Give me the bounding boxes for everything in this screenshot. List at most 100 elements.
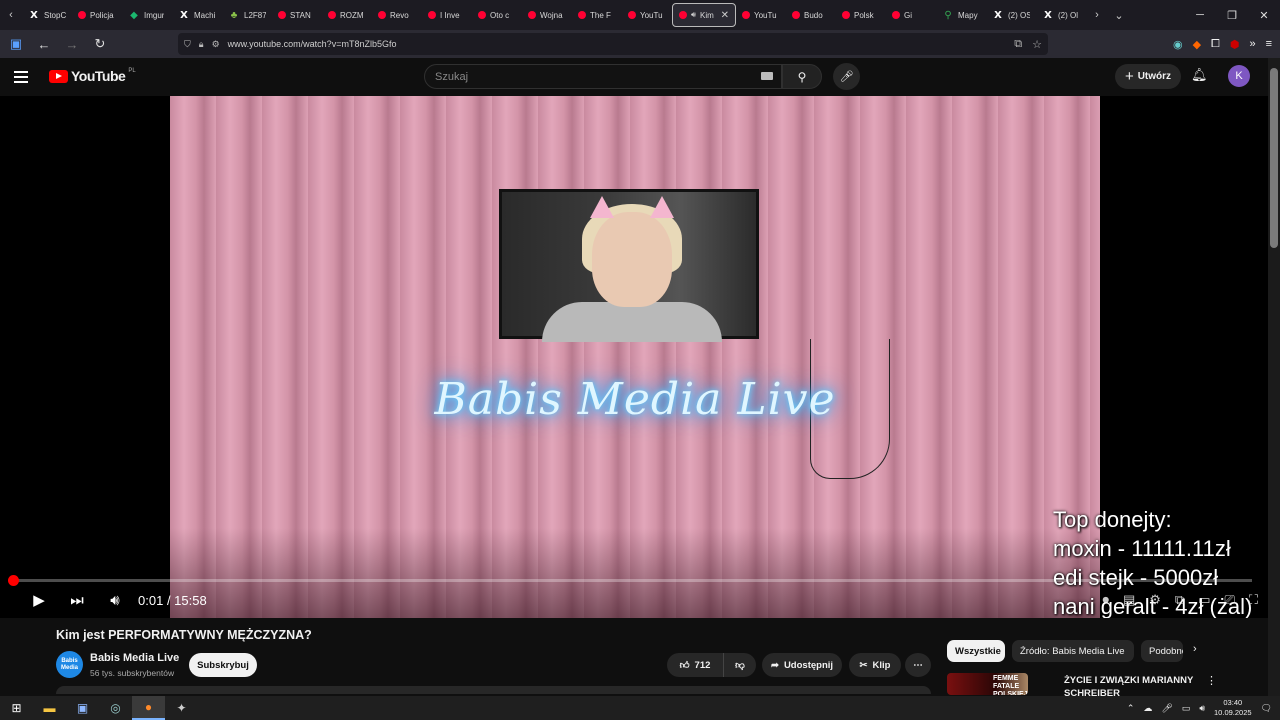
youtube-favicon-icon [842,11,850,19]
minimize-icon[interactable]: ─ [1184,0,1216,30]
browser-tab[interactable]: X StopC [22,3,72,27]
share-button[interactable]: ➦ Udostępnij [762,653,842,677]
search-input[interactable]: Szukaj [424,64,782,89]
maximize-icon[interactable]: ❐ [1216,0,1248,30]
browser-tab[interactable]: X (2) OS [986,3,1036,27]
chip-all[interactable]: Wszystkie [947,640,1005,662]
monitor-app-icon[interactable]: ▣ [66,696,99,720]
browser-tab[interactable]: Polsk [836,3,886,27]
create-button[interactable]: + Utwórz [1115,64,1181,89]
related-more-icon[interactable]: ⋮ [1206,674,1217,687]
chips-next-chevron-icon[interactable]: › [1193,643,1197,655]
speaker-icon[interactable]: 🔊︎ [1199,703,1205,714]
microphone-tray-icon[interactable]: 🎤︎ [1161,703,1172,714]
notifications-bell-icon[interactable]: 🔔︎ [1191,67,1208,83]
tray-chevron-icon[interactable]: ⌃ [1127,703,1135,714]
browser-tab[interactable]: ◆ Imgur [122,3,172,27]
browser-tab[interactable]: ⚲ Mapy [936,3,986,27]
address-bar[interactable]: ⛉ 🔒︎ ⚙︎ www.youtube.com/watch?v=mT8nZlb5… [178,33,1048,55]
close-window-icon[interactable]: ✕ [1248,0,1280,30]
video-title: Kim jest PERFORMATYWNY MĘŻCZYZNA? [56,628,312,642]
sidebar-toggle-icon[interactable]: ▣ [4,32,28,56]
browser-tab[interactable]: ROZM [322,3,372,27]
network-icon[interactable]: ▭ [1182,703,1191,714]
browser-tab[interactable]: The F [572,3,622,27]
firefox-icon[interactable]: ● [132,696,165,720]
cast-icon[interactable]: ⎚ [1224,592,1234,608]
youtube-logo[interactable]: YouTube PL [49,68,136,84]
extensions-puzzle-icon[interactable]: ⧠ [1211,38,1220,51]
windows-start-icon[interactable]: ⊞ [0,696,33,720]
clip-button[interactable]: ✂ Klip [849,653,901,677]
browser-tab[interactable]: Policja [72,3,122,27]
subscriber-count: 56 tys. subskrybentów [90,668,175,678]
subtitles-icon[interactable]: ▤ [1123,592,1135,608]
description-box[interactable] [56,686,931,694]
browser-tab[interactable]: ♣ L2F87 [222,3,272,27]
channel-avatar[interactable]: Babis Media [56,651,83,678]
subscribe-button[interactable]: Subskrybuj [189,653,257,677]
progress-bar[interactable] [8,575,1252,586]
browser-tab[interactable]: 🔊︎ Kim ✕ [672,3,736,27]
pip-icon[interactable]: ⧉ [1014,38,1022,51]
search-button[interactable]: ⚲ [782,64,822,89]
channel-name[interactable]: Babis Media Live [90,652,179,664]
reload-icon[interactable]: ↻ [88,32,112,56]
tab-close-icon[interactable]: ✕ [721,10,729,21]
tab-scroll-left-icon[interactable]: ‹ [0,3,22,27]
play-button[interactable]: ▶ [20,586,58,614]
extension-ublock-icon[interactable]: ⬢ [1230,38,1240,51]
back-icon[interactable]: ← [32,32,56,56]
extension-vpn-icon[interactable]: ◉ [1173,38,1183,51]
scrollbar-thumb[interactable] [1270,68,1278,248]
fullscreen-icon[interactable]: ⛶ [1249,592,1258,608]
like-button[interactable]: 👍︎ 712 [667,653,723,677]
volume-button[interactable]: 🔊︎ [96,586,134,614]
next-video-button[interactable]: ⏭ [58,586,96,614]
browser-tab[interactable]: Budo [786,3,836,27]
browser-tab[interactable]: STAN [272,3,322,27]
browser-tab[interactable]: Revo [372,3,422,27]
dislike-button[interactable]: 👎︎ [723,653,756,677]
related-video-thumbnail[interactable]: FEMME FATALE POLSKIEJ PRAWICY [947,673,1028,695]
account-avatar[interactable]: K [1228,65,1250,87]
extension-fox-icon[interactable]: ◆ [1193,38,1201,51]
chip-source[interactable]: Źródło: Babis Media Live [1012,640,1134,662]
steam-icon[interactable]: ◎ [99,696,132,720]
app-icon[interactable]: ✦ [165,696,198,720]
theater-mode-icon[interactable]: ▭ [1198,592,1210,608]
lock-icon[interactable]: 🔒︎ [199,39,204,50]
browser-tab[interactable]: X Machi [172,3,222,27]
more-actions-button[interactable]: ⋯ [905,653,931,677]
permissions-icon[interactable]: ⚙︎ [212,39,220,50]
guide-menu-icon[interactable] [14,66,36,88]
browser-tab[interactable]: Oto c [472,3,522,27]
shield-icon[interactable]: ⛉ [184,39,191,50]
browser-tab[interactable]: I Inve [422,3,472,27]
browser-tab[interactable]: YouTu [622,3,672,27]
browser-tab[interactable]: Gi [886,3,936,27]
scrubber-handle[interactable] [8,575,20,586]
voice-search-button[interactable]: 🎤︎ [833,63,860,90]
browser-tab[interactable]: X (2) Ol [1036,3,1086,27]
page-scrollbar[interactable] [1268,58,1280,696]
overflow-chevron-icon[interactable]: » [1249,38,1255,50]
browser-tab[interactable]: Wojna [522,3,572,27]
browser-tab[interactable]: YouTu [736,3,786,27]
tab-scroll-right-icon[interactable]: › [1086,3,1108,27]
miniplayer-icon[interactable]: ⧉ [1175,592,1184,608]
keyboard-icon[interactable] [761,72,773,80]
clock[interactable]: 03:40 10.09.2025 [1214,698,1252,718]
settings-gear-icon[interactable]: ⚙︎ [1149,592,1161,608]
hamburger-menu-icon[interactable]: ≡ [1266,38,1272,50]
chip-similar[interactable]: Podobne [1141,640,1183,662]
tab-audio-icon[interactable]: 🔊︎ [691,10,696,20]
video-player[interactable]: Babis Media Live Top donejty: moxin - 11… [0,96,1268,618]
tab-list-dropdown-icon[interactable]: ⌄ [1108,3,1130,27]
onedrive-icon[interactable]: ☁ [1143,703,1152,714]
notifications-icon[interactable]: 🗨︎ [1261,703,1272,714]
file-explorer-icon[interactable]: ▬ [33,696,66,720]
forward-icon[interactable]: → [60,32,84,56]
autoplay-toggle-icon[interactable]: ⏺ [1102,592,1109,608]
bookmark-star-icon[interactable]: ☆ [1032,38,1042,51]
